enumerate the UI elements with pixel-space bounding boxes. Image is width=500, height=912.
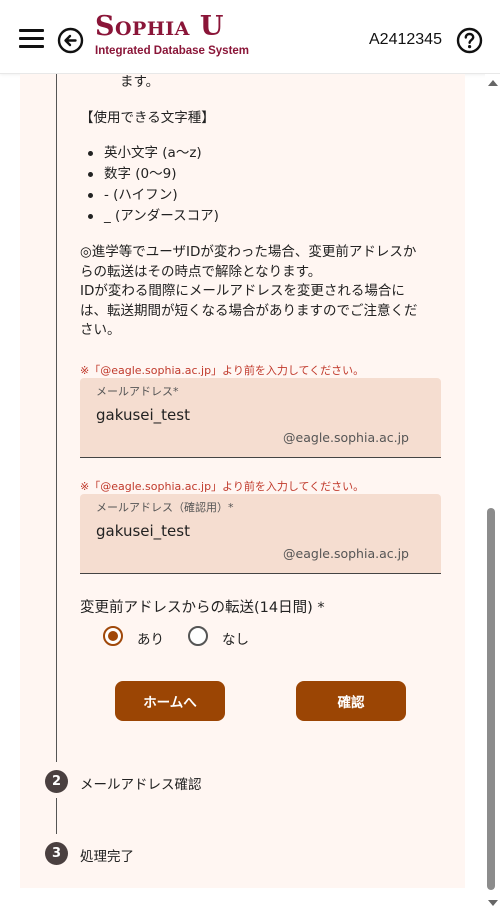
forward-radio-yes[interactable]: あり <box>103 626 173 648</box>
email-confirm-note: ※「@eagle.sophia.ac.jp」より前を入力してください。 <box>80 480 365 493</box>
confirm-button[interactable]: 確認 <box>296 681 406 721</box>
step-number-badge: 2 <box>45 770 68 793</box>
notice-line: IDが変わる間際にメールアドレスを変更される場合に <box>80 283 405 299</box>
radio-label: なし <box>222 632 249 648</box>
sophia-logo[interactable]: Sophia U Integrated Database System <box>95 12 249 58</box>
email-note: ※「@eagle.sophia.ac.jp」より前を入力してください。 <box>80 364 365 377</box>
forward-radio-no[interactable]: なし <box>188 626 258 648</box>
email-field[interactable]: メールアドレス* gakusei_test @eagle.sophia.ac.j… <box>80 378 441 458</box>
scroll-up-icon[interactable] <box>488 80 498 86</box>
menu-icon[interactable] <box>19 29 44 49</box>
list-item: _ (アンダースコア) <box>88 206 219 227</box>
list-item: 数字 (0〜9) <box>88 164 219 185</box>
step-connector <box>56 798 57 834</box>
intro-tail: ます。 <box>120 74 160 90</box>
back-arrow-icon[interactable] <box>57 27 84 54</box>
user-id: A2412345 <box>369 31 442 48</box>
step-number-badge: 3 <box>45 842 68 865</box>
notice-line: ◎進学等でユーザIDが変わった場合、変更前アドレスか <box>80 244 417 260</box>
email-field-value[interactable]: gakusei_test <box>96 406 190 424</box>
step-label: メールアドレス確認 <box>80 777 202 793</box>
home-button[interactable]: ホームへ <box>115 681 225 721</box>
radio-label: あり <box>137 632 164 648</box>
step-label: 処理完了 <box>80 849 134 865</box>
help-icon[interactable] <box>456 27 483 54</box>
notice-line: は、転送期間が短くなる場合がありますのでご注意くだ <box>80 302 418 319</box>
list-item: 英小文字 (a〜z) <box>88 143 219 164</box>
charset-list: 英小文字 (a〜z) 数字 (0〜9) - (ハイフン) _ (アンダースコア) <box>88 143 219 227</box>
radio-checked-icon[interactable] <box>103 626 123 646</box>
email-confirm-field-value[interactable]: gakusei_test <box>96 522 190 540</box>
forward-label: 変更前アドレスからの転送(14日間) * <box>80 600 325 616</box>
notice-text: ◎進学等でユーザIDが変わった場合、変更前アドレスか らの転送はその時点で解除と… <box>80 243 450 341</box>
logo-subtitle: Integrated Database System <box>95 45 250 57</box>
email-confirm-field[interactable]: メールアドレス（確認用）* gakusei_test @eagle.sophia… <box>80 494 441 574</box>
notice-line: さい。 <box>80 322 121 338</box>
step-connector <box>56 74 57 762</box>
notice-line: らの転送はその時点で解除となります。 <box>80 263 322 280</box>
email-confirm-field-label: メールアドレス（確認用）* <box>96 501 234 514</box>
email-confirm-field-suffix: @eagle.sophia.ac.jp <box>283 546 409 561</box>
logo-title: Sophia U <box>95 11 224 42</box>
email-field-label: メールアドレス* <box>96 385 179 398</box>
charset-heading: 【使用できる文字種】 <box>80 110 215 126</box>
scrollbar-thumb[interactable] <box>487 508 495 890</box>
app-header: Sophia U Integrated Database System A241… <box>0 0 500 74</box>
list-item: - (ハイフン) <box>88 185 219 206</box>
radio-unchecked-icon[interactable] <box>188 626 208 646</box>
email-field-suffix: @eagle.sophia.ac.jp <box>283 430 409 445</box>
scroll-down-icon[interactable] <box>488 900 498 906</box>
